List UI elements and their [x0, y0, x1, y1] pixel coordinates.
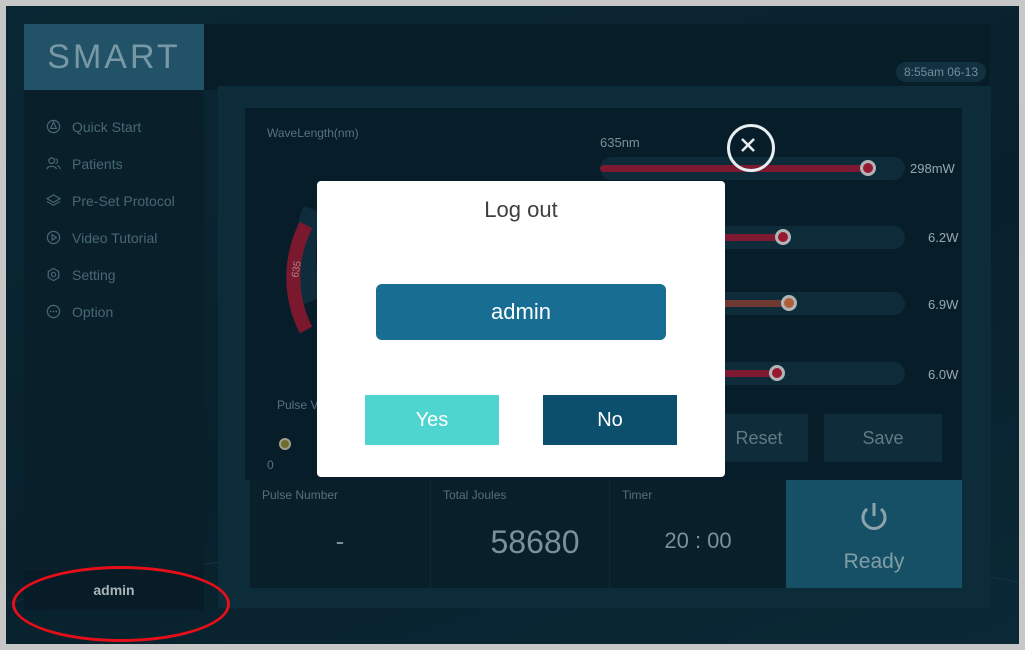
logout-dialog: Log out admin Yes No — [317, 181, 725, 477]
no-button[interactable]: No — [543, 395, 677, 445]
dialog-title: Log out — [484, 197, 558, 222]
yes-button[interactable]: Yes — [365, 395, 499, 445]
close-icon — [741, 138, 755, 152]
highlight-annotation — [12, 566, 230, 642]
close-dialog-button[interactable] — [727, 124, 775, 172]
user-account-button[interactable]: admin — [376, 284, 666, 340]
